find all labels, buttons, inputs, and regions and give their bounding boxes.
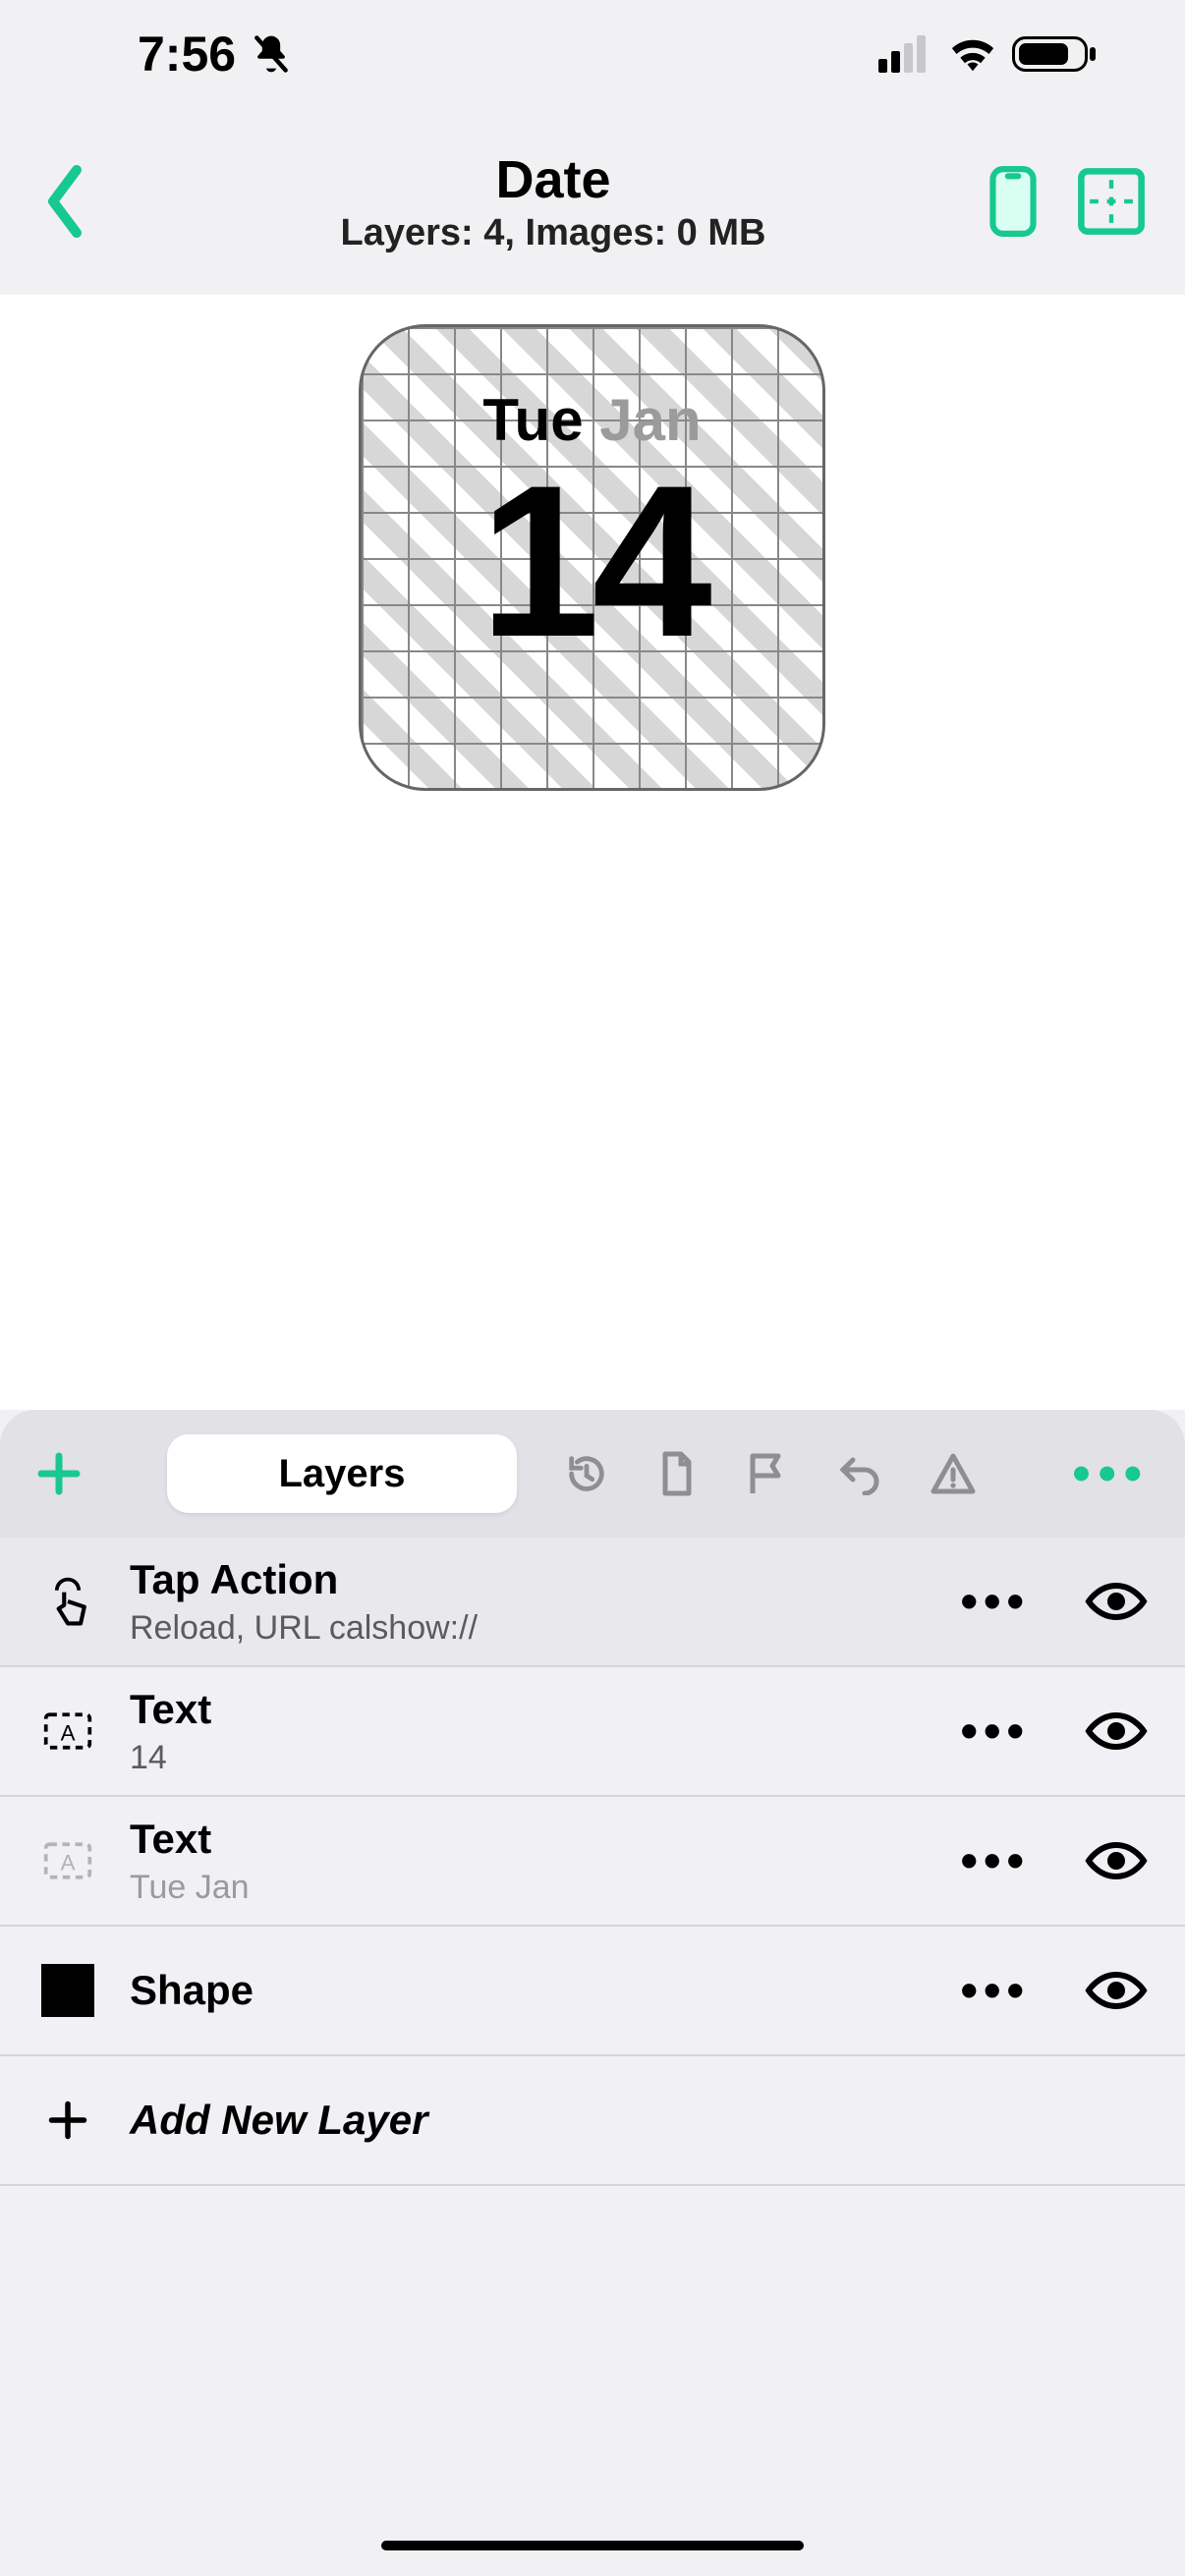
chevron-left-icon (39, 162, 90, 241)
layer-row-text-2[interactable]: A Text Tue Jan ••• (0, 1797, 1185, 1927)
layer-text: Text Tue Jan (130, 1816, 960, 1907)
shape-swatch (37, 1964, 98, 2017)
eye-icon (1085, 1708, 1148, 1754)
plus-icon (37, 2099, 98, 2142)
layer-sub: 14 (130, 1739, 960, 1777)
phone-icon (988, 165, 1038, 238)
status-right (878, 34, 1097, 74)
toolbar-icon-row (564, 1450, 977, 1497)
flag-icon (745, 1450, 788, 1497)
visibility-button[interactable] (1085, 1708, 1148, 1754)
silent-icon (250, 32, 293, 76)
eye-icon (1085, 1838, 1148, 1883)
status-time: 7:56 (138, 26, 236, 83)
textbox-icon: A (37, 1710, 98, 1752)
layer-title: Tap Action (130, 1556, 960, 1603)
add-new-layer-button[interactable]: Add New Layer (0, 2056, 1185, 2186)
layer-sub: Tue Jan (130, 1869, 960, 1907)
cellular-icon (878, 35, 933, 73)
layer-actions: ••• (960, 1703, 1148, 1760)
page-subtitle: Layers: 4, Images: 0 MB (118, 212, 988, 254)
grid-icon (1077, 167, 1146, 236)
status-bar: 7:56 (0, 0, 1185, 108)
undo-button[interactable] (835, 1452, 882, 1495)
layer-actions: ••• (960, 1962, 1148, 2019)
tap-icon (37, 1574, 98, 1629)
toolbar-more-button[interactable]: ••• (1072, 1444, 1150, 1503)
flag-button[interactable] (745, 1450, 788, 1497)
layer-actions: ••• (960, 1573, 1148, 1630)
add-button[interactable] (35, 1450, 83, 1497)
wifi-icon (947, 35, 998, 73)
svg-text:A: A (61, 1850, 76, 1875)
battery-icon (1012, 34, 1097, 74)
page-title: Date (118, 149, 988, 210)
back-button[interactable] (39, 162, 118, 241)
document-icon (656, 1450, 698, 1497)
layer-title: Shape (130, 1967, 960, 2014)
row-more-button[interactable]: ••• (960, 1832, 1030, 1889)
page-title-block: Date Layers: 4, Images: 0 MB (118, 149, 988, 254)
eye-icon (1085, 1968, 1148, 2013)
svg-text:A: A (61, 1720, 76, 1745)
preview-canvas[interactable]: Tue Jan 14 (0, 295, 1185, 1410)
layer-text: Text 14 (130, 1686, 960, 1777)
nav-header: Date Layers: 4, Images: 0 MB (0, 108, 1185, 295)
plus-icon (35, 1450, 83, 1497)
grid-button[interactable] (1077, 167, 1146, 236)
tab-layers[interactable]: Layers (167, 1434, 517, 1513)
history-icon (564, 1451, 609, 1496)
status-left: 7:56 (138, 26, 293, 83)
row-more-button[interactable]: ••• (960, 1573, 1030, 1630)
layer-text: Tap Action Reload, URL calshow:// (130, 1556, 960, 1648)
layer-row-text-1[interactable]: A Text 14 ••• (0, 1667, 1185, 1797)
textbox-icon: A (37, 1840, 98, 1881)
undo-icon (835, 1452, 882, 1495)
layers-toolbar: Layers (0, 1410, 1185, 1538)
warning-button[interactable] (930, 1452, 977, 1495)
warning-icon (930, 1452, 977, 1495)
device-preview-button[interactable] (988, 165, 1038, 238)
layer-sub: Reload, URL calshow:// (130, 1609, 960, 1648)
widget-preview[interactable]: Tue Jan 14 (359, 324, 825, 791)
home-indicator[interactable] (381, 2541, 804, 2550)
visibility-button[interactable] (1085, 1838, 1148, 1883)
row-more-button[interactable]: ••• (960, 1962, 1030, 2019)
layer-title: Text (130, 1686, 960, 1733)
layer-list: Tap Action Reload, URL calshow:// ••• A … (0, 1538, 1185, 2186)
nav-actions (988, 165, 1156, 238)
tab-label: Layers (279, 1452, 406, 1496)
layer-row-tap-action[interactable]: Tap Action Reload, URL calshow:// ••• (0, 1538, 1185, 1667)
layer-row-shape[interactable]: Shape ••• (0, 1927, 1185, 2056)
history-button[interactable] (564, 1451, 609, 1496)
ellipsis-icon: ••• (1072, 1445, 1150, 1502)
row-more-button[interactable]: ••• (960, 1703, 1030, 1760)
layer-actions: ••• (960, 1832, 1148, 1889)
layer-text: Shape (130, 1967, 960, 2014)
document-button[interactable] (656, 1450, 698, 1497)
eye-icon (1085, 1579, 1148, 1624)
layer-text: Add New Layer (130, 2097, 1148, 2144)
add-layer-label: Add New Layer (130, 2097, 1148, 2144)
widget-number: 14 (480, 464, 705, 658)
visibility-button[interactable] (1085, 1968, 1148, 2013)
layer-title: Text (130, 1816, 960, 1863)
visibility-button[interactable] (1085, 1579, 1148, 1624)
